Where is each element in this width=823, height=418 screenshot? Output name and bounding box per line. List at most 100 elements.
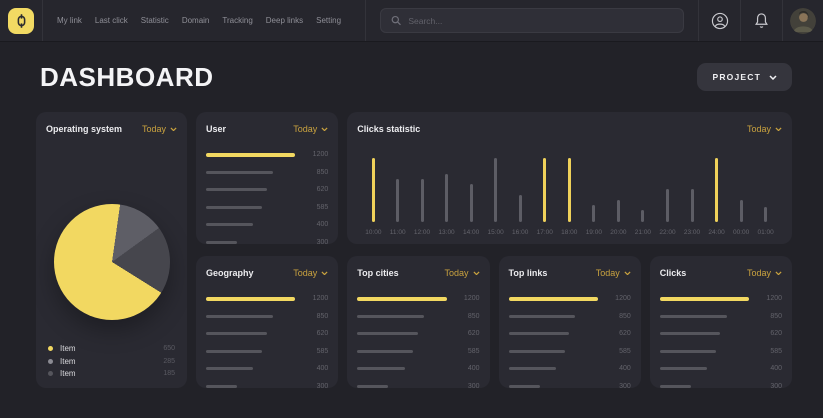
period-dropdown[interactable]: Today <box>444 268 479 278</box>
vbar <box>470 184 473 222</box>
hbar-value: 400 <box>303 365 328 372</box>
hbar-value: 850 <box>303 169 328 176</box>
hbar <box>660 332 721 335</box>
hbar <box>509 350 565 353</box>
hbar-chart: 1200850620585400300 <box>357 290 479 388</box>
user-avatar[interactable] <box>790 8 816 34</box>
vbar <box>494 158 497 222</box>
hbar <box>660 350 716 353</box>
hbar-row: 850 <box>357 308 479 326</box>
vbar-column: 00:00 <box>733 146 749 236</box>
search-bar[interactable] <box>380 8 684 33</box>
vbar-column: 23:00 <box>684 146 700 236</box>
hbar-row: 400 <box>509 360 631 378</box>
period-dropdown[interactable]: Today <box>596 268 631 278</box>
vbar <box>740 200 743 222</box>
time-label: 17:00 <box>537 229 553 236</box>
logo-box <box>0 0 42 41</box>
account-button[interactable] <box>699 0 740 41</box>
card-title: Clicks <box>660 268 687 278</box>
time-label: 12:00 <box>414 229 430 236</box>
vbar-column: 15:00 <box>488 146 504 236</box>
legend-value: 185 <box>163 370 175 377</box>
vbar-column: 11:00 <box>390 146 406 236</box>
period-dropdown[interactable]: Today <box>293 124 328 134</box>
card-head: User Today <box>206 124 328 134</box>
legend-dot <box>48 371 53 376</box>
nav-item-statistic[interactable]: Statistic <box>141 16 169 25</box>
card-top-cities: Top cities Today 1200850620585400300 <box>347 256 489 388</box>
period-dropdown[interactable]: Today <box>293 268 328 278</box>
hbar <box>206 350 262 353</box>
time-label: 24:00 <box>708 229 724 236</box>
time-label: 22:00 <box>659 229 675 236</box>
hbar-value: 620 <box>303 186 328 193</box>
card-head: Clicks Today <box>660 268 782 278</box>
hbar-track <box>509 385 598 388</box>
hbar-value: 1200 <box>303 151 328 158</box>
avatar-box <box>783 0 823 41</box>
hbar-track <box>509 367 598 370</box>
nav-item-last-click[interactable]: Last click <box>95 16 128 25</box>
hbar-value: 620 <box>757 330 782 337</box>
hbar-track <box>206 332 295 335</box>
project-dropdown[interactable]: PROJECT <box>697 63 792 91</box>
hbar-value: 300 <box>606 383 631 388</box>
vbar-holder <box>372 158 376 222</box>
hbar-value: 585 <box>303 348 328 355</box>
vbar-holder <box>543 158 547 222</box>
nav-item-my-link[interactable]: My link <box>57 16 82 25</box>
time-label: 19:00 <box>586 229 602 236</box>
vbar-column: 12:00 <box>414 146 430 236</box>
vbar-column: 18:00 <box>561 146 577 236</box>
period-label: Today <box>142 124 166 134</box>
legend-item: Item650 <box>48 344 175 353</box>
chevron-down-icon <box>321 271 328 276</box>
hbar-row: 585 <box>509 343 631 361</box>
search-input[interactable] <box>408 16 673 26</box>
hbar-row: 850 <box>206 164 328 182</box>
hbar-value: 850 <box>455 313 480 320</box>
hbar-value: 1200 <box>606 295 631 302</box>
notifications-button[interactable] <box>741 0 782 41</box>
nav-item-domain[interactable]: Domain <box>182 16 210 25</box>
hbar-row: 620 <box>206 181 328 199</box>
period-dropdown[interactable]: Today <box>747 124 782 134</box>
legend-label: Item <box>60 357 156 366</box>
hbar-track <box>509 297 598 301</box>
hbar-value: 1200 <box>303 295 328 302</box>
vbar-column: 20:00 <box>610 146 626 236</box>
card-head: Clicks statistic Today <box>357 124 782 134</box>
link-icon <box>16 13 27 29</box>
vbar <box>396 179 399 222</box>
nav-item-deep-links[interactable]: Deep links <box>266 16 303 25</box>
app-logo[interactable] <box>8 8 34 34</box>
hbar-track <box>206 223 295 226</box>
period-label: Today <box>747 268 771 278</box>
hbar-track <box>206 315 295 318</box>
hbar-value: 300 <box>455 383 480 388</box>
period-dropdown[interactable]: Today <box>747 268 782 278</box>
period-dropdown[interactable]: Today <box>142 124 177 134</box>
hbar-track <box>357 297 446 301</box>
hbar-row: 850 <box>660 308 782 326</box>
vbar-column: 24:00 <box>708 146 724 236</box>
vbar-holder <box>764 158 767 222</box>
legend-value: 285 <box>163 358 175 365</box>
hbar <box>206 223 253 226</box>
vbar-holder <box>715 158 719 222</box>
hbar <box>357 297 446 301</box>
nav-item-setting[interactable]: Setting <box>316 16 341 25</box>
time-label: 23:00 <box>684 229 700 236</box>
vbar-holder <box>666 158 669 222</box>
pie-legend: Item650Item285Item185 <box>46 344 177 380</box>
hbar-value: 1200 <box>757 295 782 302</box>
nav-item-tracking[interactable]: Tracking <box>222 16 252 25</box>
hbar-value: 850 <box>606 313 631 320</box>
vbar <box>543 158 547 222</box>
vbar-holder <box>740 158 743 222</box>
card-head: Top links Today <box>509 268 631 278</box>
hbar <box>206 385 237 388</box>
hbar <box>509 297 598 301</box>
card-clicks: Clicks Today 1200850620585400300 <box>650 256 792 388</box>
